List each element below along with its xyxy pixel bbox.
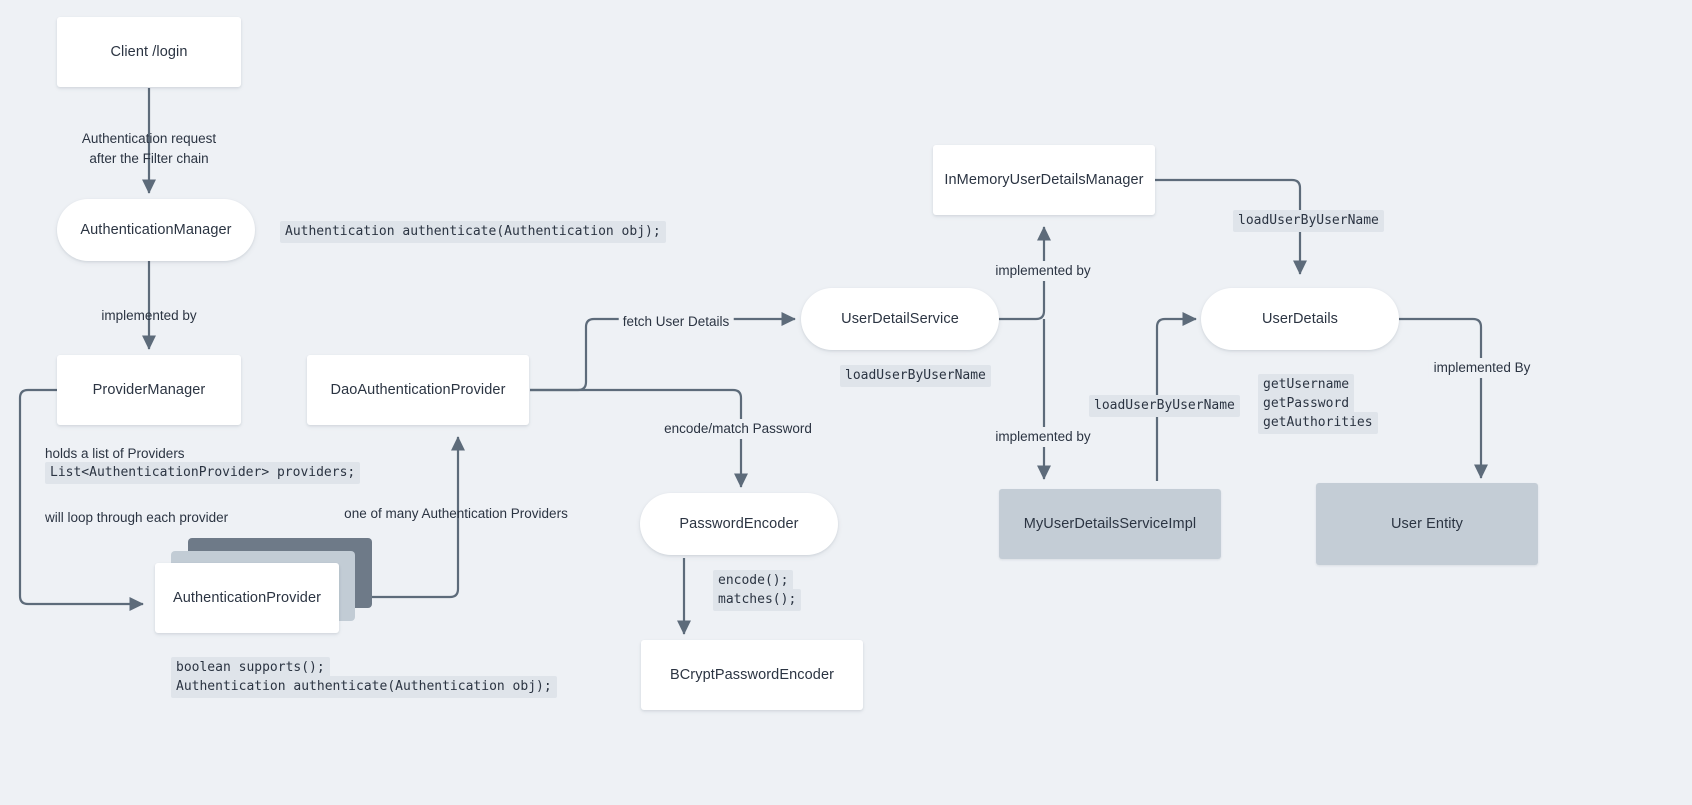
edge-label-authentication-request: Authentication request after the Filter …	[82, 129, 216, 168]
node-my-user-details-service-impl-label: MyUserDetailsServiceImpl	[1023, 515, 1197, 532]
node-dao-authentication-provider-label: DaoAuthenticationProvider	[330, 381, 506, 398]
code-label-ud-get-authorities: getAuthorities	[1258, 412, 1378, 434]
code-label-uds-load: loadUserByUserName	[840, 365, 991, 387]
node-user-entity-label: User Entity	[1390, 515, 1463, 532]
node-password-encoder[interactable]: PasswordEncoder	[640, 493, 838, 555]
node-authentication-provider-label: AuthenticationProvider	[172, 589, 322, 606]
node-bcrypt-password-encoder-label: BCryptPasswordEncoder	[669, 666, 835, 683]
code-label-myimpl-load: loadUserByUserName	[1089, 395, 1240, 417]
node-user-details-label: UserDetails	[1261, 310, 1339, 327]
node-authentication-manager-label: AuthenticationManager	[80, 221, 232, 238]
edge-label-encode-match-password: encode/match Password	[659, 419, 817, 439]
node-in-memory-user-details-manager[interactable]: InMemoryUserDetailsManager	[933, 145, 1155, 215]
edge-label-one-of-many-providers: one of many Authentication Providers	[344, 506, 568, 521]
node-provider-manager[interactable]: ProviderManager	[57, 355, 241, 425]
edge-label-authentication-request-line1: Authentication request	[81, 131, 217, 146]
edge-label-fetch-user-details: fetch User Details	[618, 312, 734, 332]
code-label-encoder-matches: matches();	[713, 589, 802, 611]
node-authentication-manager[interactable]: AuthenticationManager	[57, 199, 255, 261]
node-authentication-provider[interactable]: AuthenticationProvider	[155, 563, 339, 633]
edge-label-implemented-by-entity: implemented By	[1428, 358, 1536, 378]
edge-userdetails-to-userentity	[1396, 317, 1489, 479]
node-client-login[interactable]: Client /login	[57, 17, 241, 87]
edge-label-implemented-by-inmemory: implemented by	[990, 261, 1096, 281]
node-in-memory-user-details-manager-label: InMemoryUserDetailsManager	[944, 171, 1144, 188]
note-holds-list-line3: will loop through each provider	[45, 510, 229, 525]
edge-label-authentication-request-line2: after the Filter chain	[89, 150, 209, 166]
node-client-login-label: Client /login	[110, 43, 188, 60]
node-bcrypt-password-encoder[interactable]: BCryptPasswordEncoder	[641, 640, 863, 710]
node-user-entity[interactable]: User Entity	[1316, 483, 1538, 565]
node-password-encoder-label: PasswordEncoder	[679, 515, 799, 532]
code-label-provider-authenticate: Authentication authenticate(Authenticati…	[171, 676, 557, 698]
code-label-provider-list: List<AuthenticationProvider> providers;	[45, 462, 361, 484]
node-dao-authentication-provider[interactable]: DaoAuthenticationProvider	[307, 355, 529, 425]
edge-label-implemented-by-myimpl: implemented by	[990, 427, 1096, 447]
diagram-canvas: Client /login AuthenticationManager Prov…	[0, 0, 1692, 805]
edge-label-implemented-by-manager: implemented by	[101, 308, 197, 323]
node-user-detail-service[interactable]: UserDetailService	[801, 288, 999, 350]
code-label-auth-manager-method: Authentication authenticate(Authenticati…	[280, 221, 666, 243]
node-user-detail-service-label: UserDetailService	[841, 310, 959, 327]
node-my-user-details-service-impl[interactable]: MyUserDetailsServiceImpl	[999, 489, 1221, 559]
node-provider-manager-label: ProviderManager	[92, 381, 206, 398]
node-user-details[interactable]: UserDetails	[1201, 288, 1399, 350]
code-label-inmemory-load: loadUserByUserName	[1233, 210, 1384, 232]
